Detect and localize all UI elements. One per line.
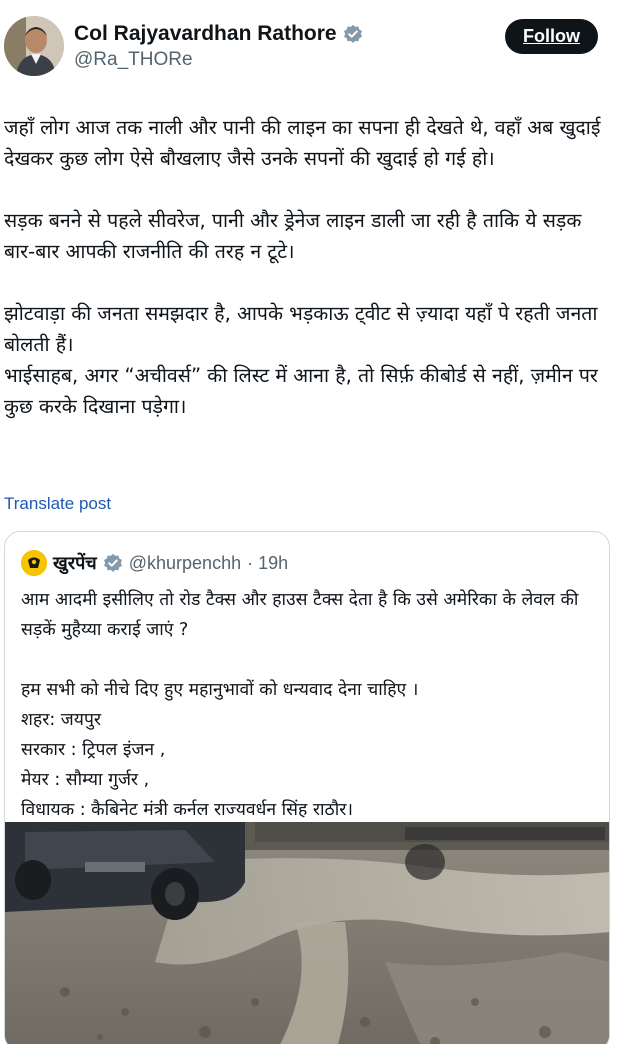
- post-paragraph: भाईसाहब, अगर “अचीवर्स” की लिस्ट में आना …: [4, 364, 598, 418]
- quoted-author-name[interactable]: खुरपेंच: [53, 551, 97, 575]
- quoted-line: शहर: जयपुर: [21, 710, 102, 730]
- quoted-line: विधायक : कैबिनेट मंत्री कर्नल राज्यवर्धन…: [21, 800, 354, 820]
- quoted-line: मेयर : सौम्या गुर्जर ,: [21, 770, 150, 790]
- author-avatar[interactable]: [4, 16, 64, 76]
- verified-badge-icon: [103, 553, 123, 573]
- quoted-paragraph: आम आदमी इसीलिए तो रोड टैक्स और हाउस टैक्…: [21, 590, 579, 640]
- quoted-line: हम सभी को नीचे दिए हुए महानुभावों को धन्…: [21, 680, 419, 700]
- quoted-post[interactable]: खुरपेंच @khurpenchh · 19h आम आदमी इसीलिए…: [4, 531, 610, 1044]
- post-paragraph: जहाँ लोग आज तक नाली और पानी की लाइन का स…: [4, 116, 601, 170]
- author-display-name[interactable]: Col Rajyavardhan Rathore: [74, 22, 337, 46]
- verified-badge-icon: [343, 24, 363, 44]
- post-paragraph: झोटवाड़ा की जनता समझदार है, आपके भड़काऊ …: [4, 302, 598, 356]
- quoted-author-handle[interactable]: @khurpenchh: [129, 553, 241, 574]
- follow-button[interactable]: Follow: [505, 19, 598, 54]
- quoted-post-time: · 19h: [247, 552, 289, 573]
- post-paragraph: सड़क बनने से पहले सीवरेज, पानी और ड्रेने…: [4, 209, 582, 263]
- quoted-line: सरकार : ट्रिपल इंजन ,: [21, 740, 166, 760]
- post-body: जहाँ लोग आज तक नाली और पानी की लाइन का स…: [4, 112, 612, 422]
- post-header: Col Rajyavardhan Rathore @Ra_THORe Follo…: [0, 0, 620, 80]
- quoted-post-media[interactable]: [5, 822, 609, 1044]
- author-handle[interactable]: @Ra_THORe: [74, 49, 193, 71]
- quoted-author-avatar[interactable]: [21, 550, 47, 576]
- quoted-post-body: आम आदमी इसीलिए तो रोड टैक्स और हाउस टैक्…: [21, 585, 601, 825]
- translate-post-link[interactable]: Translate post: [4, 494, 111, 514]
